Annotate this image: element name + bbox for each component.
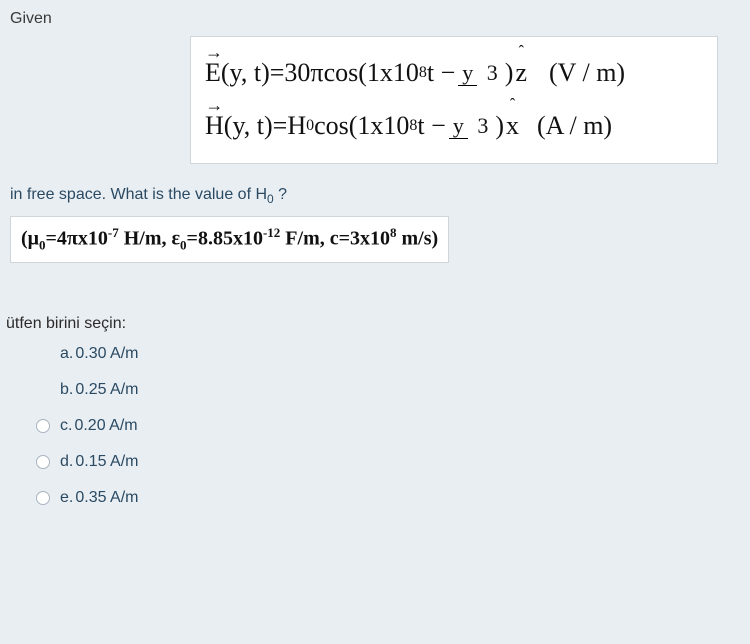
given-label: Given [10, 10, 750, 28]
option-d[interactable]: d.0.15 A/m [36, 453, 750, 471]
eps-label: ε [172, 228, 181, 250]
opt-b-val: 0.25 A/m [75, 381, 138, 398]
opt-e-key: e. [60, 489, 73, 506]
H-tminus: t − [417, 108, 445, 143]
radio-icon [36, 455, 50, 469]
E-eq: = [270, 55, 285, 90]
H-coef: H [287, 108, 306, 143]
choose-label: ütfen birini seçin: [6, 315, 750, 333]
opt-c-val: 0.20 A/m [74, 417, 137, 434]
option-c[interactable]: c.0.20 A/m [36, 417, 750, 435]
radio-icon [36, 491, 50, 505]
E-func: cos( [324, 55, 367, 90]
H-units: (A / m) [537, 108, 612, 143]
H-frac-num: y [449, 113, 468, 139]
opt-c-key: c. [60, 417, 72, 434]
E-coef: 30π [284, 55, 323, 90]
opt-d-val: 0.15 A/m [75, 453, 138, 470]
H-frac-den: 3 [473, 113, 492, 138]
option-e[interactable]: e.0.35 A/m [36, 489, 750, 507]
prompt-text: in free space. What is the value of H [10, 186, 267, 203]
equation-box: →E(y, t) = 30π cos(1x108t − y 3 )ˆz(V / … [190, 36, 718, 164]
c-unit: m/s) [397, 228, 439, 250]
opt-b-key: b. [60, 381, 73, 398]
E-freq: 1x10 [367, 55, 419, 90]
c-label: c=3x10 [330, 228, 390, 250]
E-frac-num: y [458, 60, 477, 86]
E-frac: y 3 [458, 58, 502, 88]
option-a[interactable]: a.0.30 A/m [36, 345, 750, 363]
question-container: Given →E(y, t) = 30π cos(1x108t − y 3 )ˆ… [0, 0, 750, 507]
mu-eq: =4πx10 [46, 228, 108, 250]
E-units: (V / m) [549, 55, 625, 90]
H-xhat: x [506, 111, 519, 140]
opt-a-key: a. [60, 345, 73, 362]
E-frac-den: 3 [483, 60, 502, 85]
option-b[interactable]: b.0.25 A/m [36, 381, 750, 399]
H-eq: = [273, 108, 288, 143]
E-tminus: t − [427, 55, 455, 90]
eps-exp: -12 [263, 225, 280, 240]
opt-e-val: 0.35 A/m [75, 489, 138, 506]
H-frac: y 3 [449, 111, 493, 141]
equation-H: →H(y, t) = H0 cos(1x108t − y 3 )ˆx(A / m… [205, 108, 703, 143]
prompt-qmark: ? [274, 186, 287, 203]
prompt-line: in free space. What is the value of H0 ? [10, 186, 750, 206]
H-symbol: H [205, 111, 224, 140]
E-args: (y, t) [221, 55, 270, 90]
E-close: ) [505, 55, 514, 90]
H-close: ) [495, 108, 504, 143]
mu-label: μ [28, 228, 39, 250]
H-freq: 1x10 [357, 108, 409, 143]
opt-a-val: 0.30 A/m [75, 345, 138, 362]
H-func: cos( [314, 108, 357, 143]
mu-exp: -7 [108, 225, 119, 240]
eps-eq: =8.85x10 [187, 228, 263, 250]
opt-d-key: d. [60, 453, 73, 470]
E-zhat: z [515, 58, 527, 87]
radio-icon [36, 419, 50, 433]
eps-unit: F/m, [280, 228, 329, 250]
E-symbol: E [205, 58, 221, 87]
prompt-sub: 0 [267, 192, 274, 206]
options-list: a.0.30 A/m b.0.25 A/m c.0.20 A/m d.0.15 … [36, 345, 750, 507]
constants-box: (μ0=4πx10-7 H/m, ε0=8.85x10-12 F/m, c=3x… [10, 216, 449, 263]
equation-E: →E(y, t) = 30π cos(1x108t − y 3 )ˆz(V / … [205, 55, 703, 90]
H-args: (y, t) [224, 108, 273, 143]
mu-unit: H/m, [119, 228, 172, 250]
